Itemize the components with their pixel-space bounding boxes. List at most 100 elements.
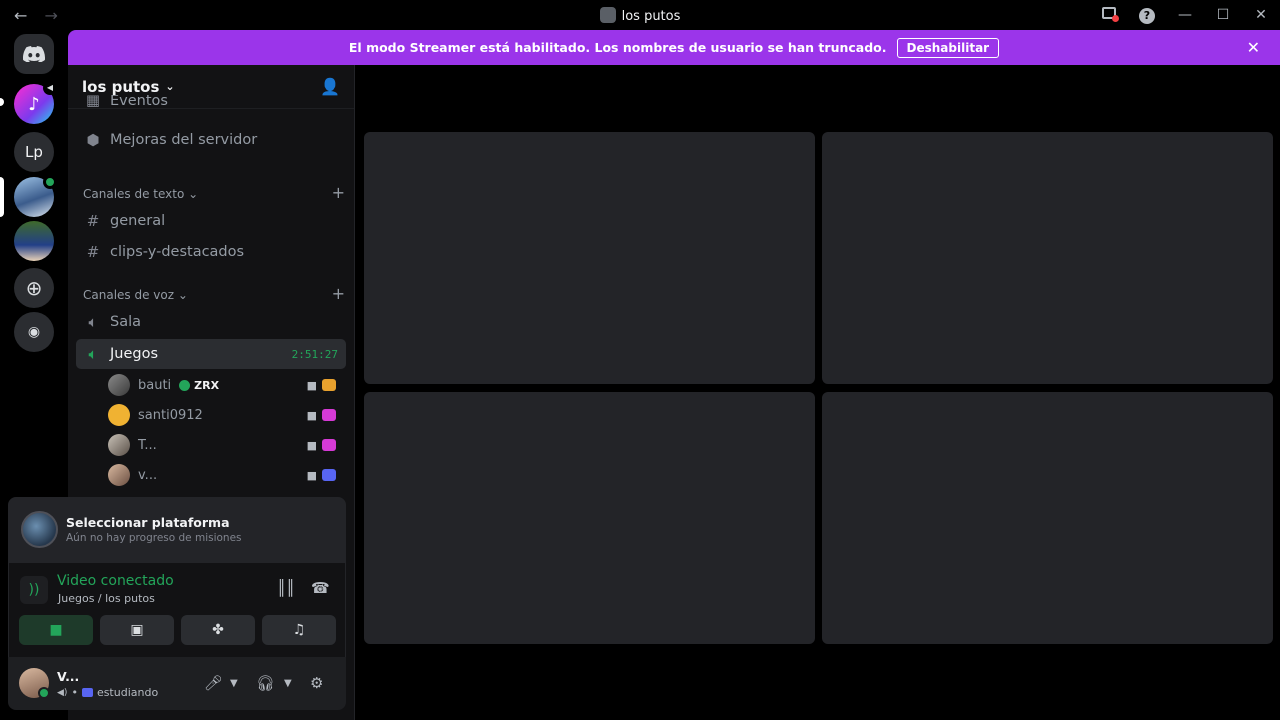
music-note-icon: ♪ (28, 93, 40, 115)
video-tile[interactable] (822, 132, 1273, 384)
channel-general[interactable]: # general (76, 206, 346, 236)
member-name: santi0912 (138, 407, 203, 423)
speaker-icon: 🔈︎ (88, 313, 98, 331)
unread-indicator (0, 98, 4, 106)
activity-icon (322, 438, 336, 451)
noise-suppression-icon[interactable]: ║║ (277, 579, 295, 597)
minimize-button[interactable]: — (1166, 7, 1204, 23)
events-label: Eventos (110, 95, 168, 109)
headphones-icon[interactable]: 🎧︎ (256, 674, 275, 692)
streamer-mode-banner: El modo Streamer está habilitado. Los no… (68, 30, 1280, 65)
video-grid (356, 65, 1280, 720)
voice-member[interactable]: T... ■ (108, 431, 344, 459)
quest-subtitle: Aún no hay progreso de misiones (66, 532, 242, 544)
member-name: v... (138, 467, 158, 483)
screen-share-button[interactable]: ▣ (100, 615, 174, 645)
camera-icon: ■ (49, 622, 63, 638)
server-boost-label: Mejoras del servidor (110, 132, 258, 148)
add-channel-icon[interactable]: + (332, 284, 345, 303)
voice-channel-juegos[interactable]: 🔈︎ Juegos 2:51:27 (76, 339, 346, 369)
guild-avatar[interactable] (14, 221, 54, 261)
disable-streamer-button[interactable]: Deshabilitar (896, 37, 1000, 58)
voice-member[interactable]: bauti ZRX ■ (108, 371, 344, 399)
guild-tiktok[interactable]: ♪ ◀ (14, 81, 57, 124)
plus-icon: ⊕ (25, 276, 43, 300)
inbox-button[interactable] (1090, 7, 1128, 23)
invite-user-icon[interactable]: 👤 (320, 77, 340, 96)
user-status-text: estudiando (96, 686, 159, 699)
voice-location[interactable]: Juegos / los putos (58, 592, 155, 605)
member-name: bauti (138, 377, 172, 393)
calendar-icon: ▦ (85, 95, 101, 109)
soundboard-button[interactable]: ♫ (262, 615, 336, 645)
explore-button[interactable]: ◉ (14, 312, 54, 352)
channel-label: clips-y-destacados (110, 244, 245, 260)
help-button[interactable]: ? (1128, 7, 1166, 24)
user-status-row: ◀) • estudiando (57, 686, 158, 699)
hash-icon: # (86, 243, 100, 261)
camera-button[interactable]: ■ (19, 615, 93, 645)
user-panel: V... ◀) • estudiando 🎤︎ ▼ 🎧︎ ▼ ⚙ (8, 657, 346, 710)
close-window-button[interactable]: ✕ (1242, 7, 1280, 23)
soundboard-icon: ♫ (292, 622, 306, 638)
voice-category[interactable]: Canales de voz ⌄ + (83, 284, 345, 303)
chevron-down-icon: ⌄ (177, 288, 188, 302)
avatar (108, 434, 130, 456)
quest-title: Seleccionar plataforma (66, 515, 230, 530)
activity-icon (322, 468, 336, 481)
video-tile[interactable] (822, 392, 1273, 644)
guild-lp[interactable]: Lp (14, 132, 54, 172)
microphone-icon[interactable]: 🎤︎ (204, 674, 223, 692)
maximize-button[interactable]: ☐ (1204, 7, 1242, 23)
voice-member[interactable]: v... ■ (108, 461, 344, 489)
disconnect-icon[interactable]: ☎ (311, 579, 330, 597)
help-icon: ? (1139, 7, 1155, 24)
server-boost-item[interactable]: ⬢ Mejoras del servidor (76, 125, 346, 155)
add-channel-icon[interactable]: + (332, 183, 345, 202)
activities-button[interactable]: ✤ (181, 615, 255, 645)
quest-panel[interactable]: Seleccionar plataforma Aún no hay progre… (8, 497, 346, 563)
activities-icon: ✤ (212, 622, 224, 638)
channel-clips-y-destacados[interactable]: # clips-y-destacados (76, 237, 346, 267)
channel-label: general (110, 213, 166, 229)
video-tile[interactable] (364, 392, 815, 644)
connection-signal-icon[interactable]: )) (20, 576, 48, 604)
video-tile[interactable] (364, 132, 815, 384)
voice-member[interactable]: santi0912 ■ (108, 401, 344, 429)
clan-icon (179, 379, 191, 391)
chevron-down-icon: ⌄ (188, 187, 199, 201)
camera-icon: ■ (306, 468, 317, 482)
online-status-icon (38, 687, 50, 699)
boost-icon: ⬢ (86, 131, 100, 149)
gear-icon[interactable]: ⚙ (310, 674, 323, 692)
member-name: T... (138, 437, 157, 453)
voice-connection-panel: )) Video conectado Juegos / los putos ║║… (8, 563, 346, 657)
close-icon[interactable]: ✕ (1247, 38, 1260, 57)
guild-los-putos[interactable] (14, 175, 57, 217)
user-name[interactable]: V... (57, 669, 79, 684)
member-status-icons: ■ (306, 378, 336, 392)
screen-share-icon: ▣ (130, 622, 144, 638)
home-button[interactable] (14, 34, 54, 74)
add-server-button[interactable]: ⊕ (14, 268, 54, 308)
chevron-down-icon[interactable]: ▼ (230, 678, 238, 689)
separator-dot: • (71, 686, 78, 699)
text-category-label: Canales de texto (83, 187, 185, 201)
voice-channel-sala[interactable]: 🔈︎ Sala (76, 307, 346, 337)
camera-icon: ■ (306, 378, 317, 392)
chevron-down-icon: ⌄ (165, 80, 175, 93)
chevron-down-icon[interactable]: ▼ (284, 678, 292, 689)
clan-tag-label: ZRX (194, 378, 220, 392)
text-category[interactable]: Canales de texto ⌄ + (83, 183, 345, 202)
call-timer: 2:51:27 (291, 347, 338, 361)
activity-icon (322, 378, 336, 391)
server-name: los putos (82, 77, 160, 96)
events-item[interactable]: ▦ Eventos (76, 95, 346, 109)
voice-status[interactable]: Video conectado (57, 573, 174, 589)
camera-icon: ■ (306, 438, 317, 452)
server-icon (599, 7, 616, 23)
member-status-icons: ■ (306, 468, 336, 482)
quest-avatar (21, 511, 58, 548)
channel-label: Sala (110, 314, 142, 330)
game-icon (81, 688, 93, 697)
